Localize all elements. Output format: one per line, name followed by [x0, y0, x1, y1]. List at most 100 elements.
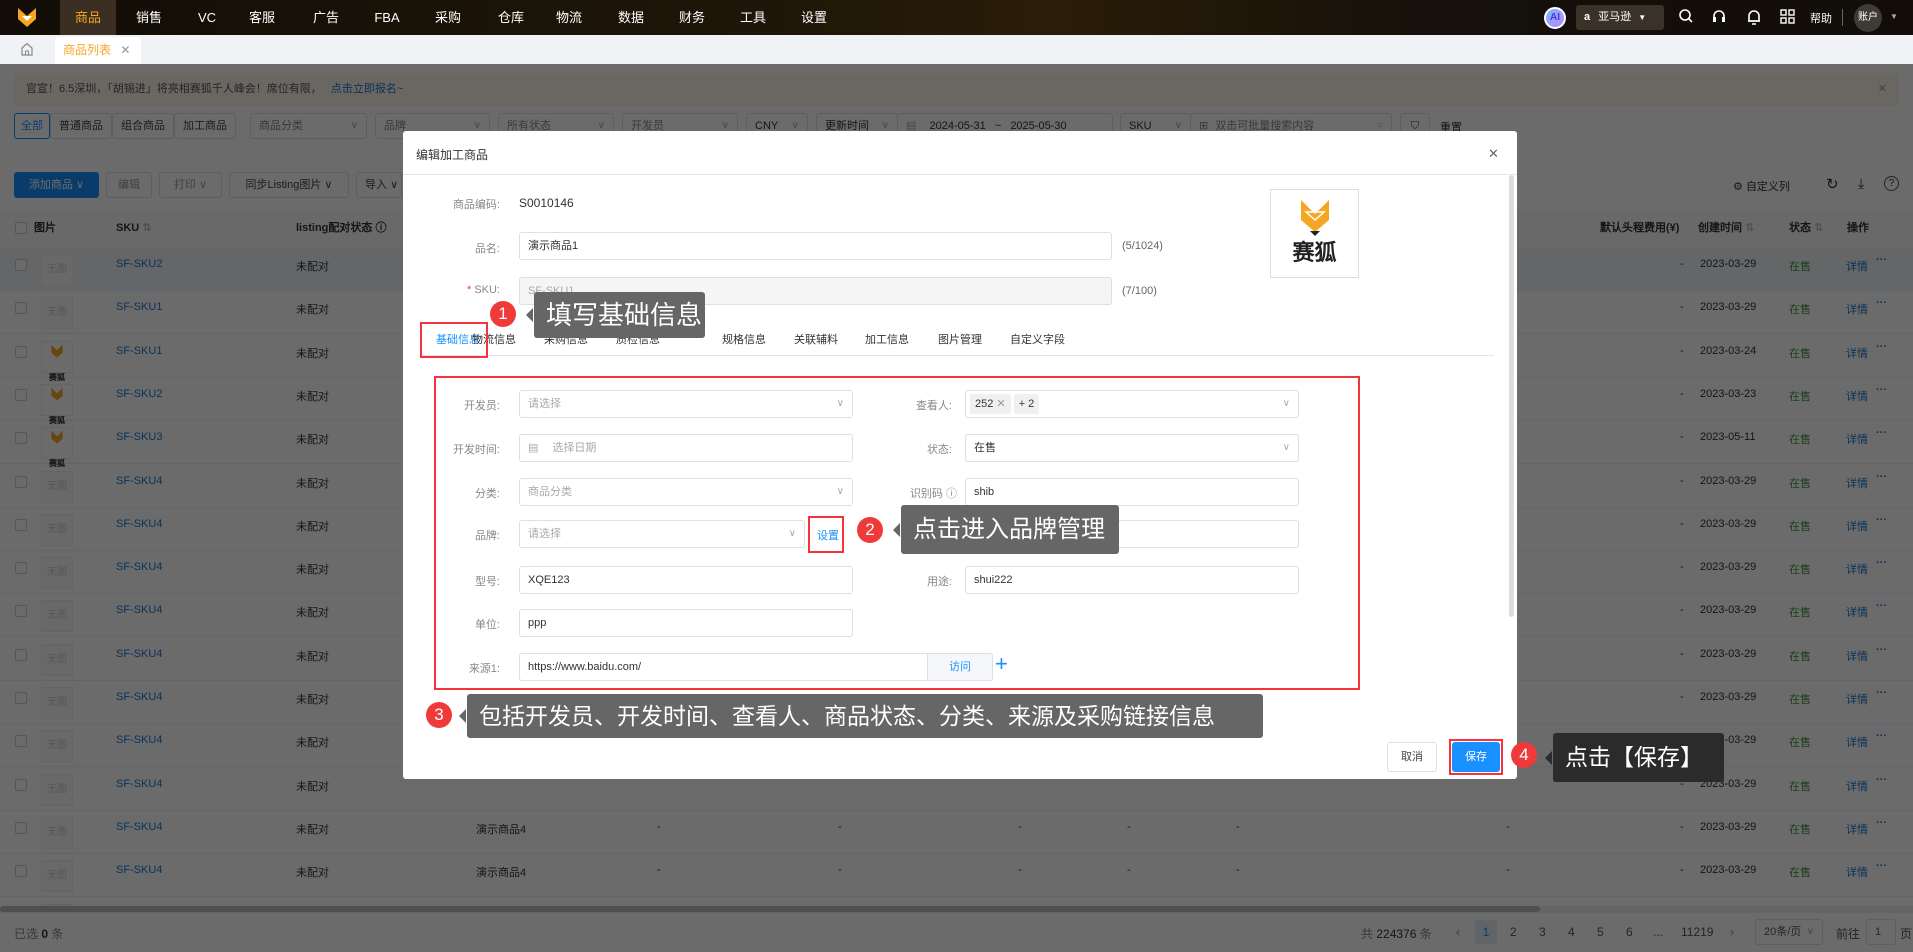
product-thumbnail[interactable]: 赛狐: [41, 340, 73, 382]
sku-link[interactable]: SF-SKU4: [116, 518, 162, 530]
page-2[interactable]: 2: [1510, 925, 1517, 939]
detail-link[interactable]: 详情: [1846, 778, 1868, 794]
close-icon[interactable]: ✕: [1878, 73, 1887, 106]
prev-page-button[interactable]: ‹: [1456, 925, 1460, 939]
detail-link[interactable]: 详情: [1846, 258, 1868, 274]
tab-accessories[interactable]: 关联辅料: [794, 331, 838, 347]
tab-custom-fields[interactable]: 自定义字段: [1010, 331, 1065, 347]
sku-link[interactable]: SF-SKU4: [116, 561, 162, 573]
more-actions-icon[interactable]: ···: [1876, 297, 1887, 309]
col-header-created[interactable]: 创建时间 ⇅: [1698, 217, 1754, 239]
more-actions-icon[interactable]: ···: [1876, 774, 1887, 786]
page-5[interactable]: 5: [1597, 925, 1604, 939]
row-checkbox[interactable]: [15, 432, 27, 445]
row-checkbox[interactable]: [15, 692, 27, 704]
more-actions-icon[interactable]: ···: [1876, 254, 1887, 266]
print-button[interactable]: 打印 ∨: [159, 172, 222, 198]
row-checkbox[interactable]: [15, 259, 27, 271]
page-4[interactable]: 4: [1568, 925, 1575, 939]
more-actions-icon[interactable]: ···: [1876, 817, 1887, 829]
more-actions-icon[interactable]: ···: [1876, 860, 1887, 872]
custom-columns-button[interactable]: ⚙ 自定义列: [1733, 178, 1790, 194]
detail-link[interactable]: 详情: [1846, 691, 1868, 707]
announcement-link[interactable]: 点击立即报名~: [331, 83, 403, 95]
name-input[interactable]: 演示商品1: [519, 232, 1112, 260]
row-checkbox[interactable]: [15, 648, 27, 661]
detail-link[interactable]: 详情: [1846, 734, 1868, 750]
sku-link[interactable]: SF-SKU4: [116, 475, 162, 487]
sku-link[interactable]: SF-SKU4: [116, 691, 162, 703]
segment-all[interactable]: 全部: [14, 113, 50, 139]
product-thumbnail[interactable]: 赛狐: [41, 427, 73, 468]
close-icon[interactable]: ✕: [1488, 146, 1499, 162]
detail-link[interactable]: 详情: [1846, 821, 1868, 837]
sku-link[interactable]: SF-SKU1: [116, 301, 162, 313]
more-actions-icon[interactable]: ···: [1876, 514, 1887, 526]
cancel-button[interactable]: 取消: [1387, 742, 1437, 772]
col-header-status[interactable]: 状态 ⇅: [1789, 217, 1823, 239]
segment-processed[interactable]: 加工商品: [174, 113, 236, 139]
sku-link[interactable]: SF-SKU4: [116, 821, 162, 833]
detail-link[interactable]: 详情: [1846, 475, 1868, 491]
row-checkbox[interactable]: [15, 388, 27, 401]
sku-link[interactable]: SF-SKU2: [116, 388, 162, 400]
sku-link[interactable]: SF-SKU4: [116, 604, 162, 616]
row-checkbox[interactable]: [15, 562, 27, 575]
detail-link[interactable]: 详情: [1846, 388, 1868, 404]
segment-bundle[interactable]: 组合商品: [112, 113, 174, 139]
more-actions-icon[interactable]: ···: [1876, 557, 1887, 569]
row-checkbox[interactable]: [15, 735, 27, 748]
page-size-select[interactable]: 20条/页 ∨: [1755, 919, 1823, 945]
select-all-checkbox[interactable]: [15, 222, 27, 234]
sku-link[interactable]: SF-SKU3: [116, 431, 162, 443]
download-icon[interactable]: ⤓: [1858, 175, 1864, 192]
tab-spec-info[interactable]: 规格信息: [722, 331, 766, 347]
detail-link[interactable]: 详情: [1846, 345, 1868, 361]
category-select[interactable]: 商品分类 ∨: [250, 113, 367, 139]
detail-link[interactable]: 详情: [1846, 518, 1868, 534]
tab-image-management[interactable]: 图片管理: [938, 331, 982, 347]
product-thumbnail[interactable]: 赛狐: [41, 383, 73, 425]
dialog-scrollbar[interactable]: [1509, 175, 1514, 617]
more-actions-icon[interactable]: ···: [1876, 341, 1887, 353]
sku-link[interactable]: SF-SKU4: [116, 778, 162, 790]
sku-link[interactable]: SF-SKU4: [116, 864, 162, 876]
page-ellipsis[interactable]: ...: [1653, 925, 1663, 939]
row-checkbox[interactable]: [15, 518, 27, 531]
segment-normal[interactable]: 普通商品: [50, 113, 112, 139]
help-icon[interactable]: ⓘ: [375, 222, 386, 234]
row-checkbox[interactable]: [15, 302, 27, 315]
add-product-button[interactable]: 添加商品 ∨: [14, 172, 99, 198]
more-actions-icon[interactable]: ···: [1876, 730, 1887, 742]
page-3[interactable]: 3: [1539, 925, 1546, 939]
page-last[interactable]: 11219: [1681, 925, 1713, 939]
sku-link[interactable]: SF-SKU1: [116, 345, 162, 357]
page-6[interactable]: 6: [1626, 925, 1633, 939]
detail-link[interactable]: 详情: [1846, 864, 1868, 880]
product-image[interactable]: 赛狐: [1270, 189, 1359, 278]
sku-link[interactable]: SF-SKU4: [116, 648, 162, 660]
row-checkbox[interactable]: [15, 475, 27, 488]
more-actions-icon[interactable]: ···: [1876, 427, 1887, 439]
next-page-button[interactable]: ›: [1730, 925, 1734, 939]
refresh-icon[interactable]: ↻: [1826, 175, 1839, 193]
row-checkbox[interactable]: [15, 605, 27, 618]
more-actions-icon[interactable]: ···: [1876, 687, 1887, 699]
more-actions-icon[interactable]: ···: [1876, 600, 1887, 612]
row-checkbox[interactable]: [15, 345, 27, 358]
detail-link[interactable]: 详情: [1846, 648, 1868, 664]
row-checkbox[interactable]: [15, 821, 27, 834]
row-checkbox[interactable]: [15, 865, 27, 878]
page-1[interactable]: 1: [1475, 920, 1497, 944]
detail-link[interactable]: 详情: [1846, 561, 1868, 577]
detail-link[interactable]: 详情: [1846, 431, 1868, 447]
sync-listing-images-button[interactable]: 同步Listing图片 ∨: [229, 172, 349, 198]
more-actions-icon[interactable]: ···: [1876, 384, 1887, 396]
col-header-sku[interactable]: SKU ⇅: [116, 217, 152, 239]
detail-link[interactable]: 详情: [1846, 604, 1868, 620]
edit-button[interactable]: 编辑: [106, 172, 152, 198]
goto-page-input[interactable]: 1: [1866, 919, 1896, 945]
sku-link[interactable]: SF-SKU2: [116, 258, 162, 270]
row-checkbox[interactable]: [15, 778, 27, 791]
tab-processing-info[interactable]: 加工信息: [865, 331, 909, 347]
